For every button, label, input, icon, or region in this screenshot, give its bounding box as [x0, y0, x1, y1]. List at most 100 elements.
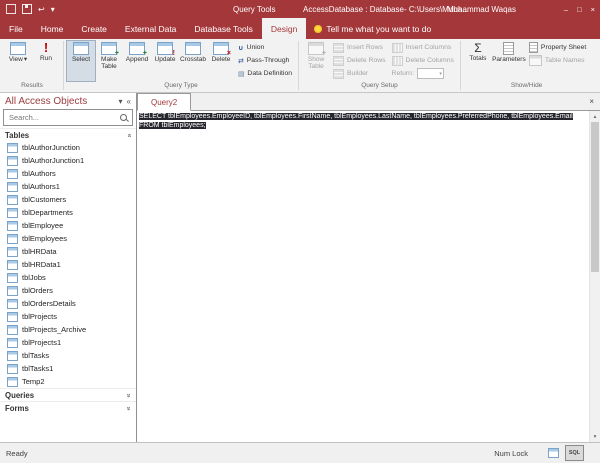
table-icon: [7, 298, 18, 309]
tab-file[interactable]: File: [0, 18, 32, 39]
parameters-button[interactable]: Parameters: [492, 41, 526, 81]
make-table-button[interactable]: Make Table: [95, 41, 123, 81]
tables-header-label: Tables: [5, 131, 30, 140]
view-label: View: [8, 56, 23, 63]
return-combo[interactable]: Return:: [389, 67, 457, 80]
table-list-item[interactable]: tblTasks: [0, 349, 136, 362]
totals-label: Totals: [469, 55, 487, 62]
scrollbar-track[interactable]: [590, 122, 600, 431]
tell-me-box[interactable]: Tell me what you want to do: [306, 18, 439, 39]
table-list-item[interactable]: tblJobs: [0, 271, 136, 284]
tab-external-data[interactable]: External Data: [116, 18, 186, 39]
signed-in-user[interactable]: Muhammad Waqas: [447, 5, 516, 14]
table-list-item[interactable]: tblCustomers: [0, 193, 136, 206]
table-name: tblProjects1: [22, 338, 62, 347]
tab-create[interactable]: Create: [72, 18, 116, 39]
update-button[interactable]: Update: [151, 41, 179, 81]
totals-button[interactable]: Totals: [464, 41, 492, 81]
section-header-forms[interactable]: Forms: [0, 401, 136, 414]
scroll-up-icon[interactable]: [590, 111, 600, 122]
scrollbar-thumb[interactable]: [591, 122, 599, 272]
tab-database-tools[interactable]: Database Tools: [185, 18, 261, 39]
table-icon: [7, 220, 18, 231]
show-table-button[interactable]: Show Table: [302, 41, 330, 81]
tell-me-label: Tell me what you want to do: [326, 23, 432, 34]
close-icon[interactable]: [591, 5, 595, 14]
builder-label: Builder: [347, 70, 369, 77]
save-icon[interactable]: [22, 4, 32, 14]
expand-queries-icon: [126, 394, 133, 398]
lightbulb-icon: [314, 24, 323, 33]
table-name: tblTasks1: [22, 364, 54, 373]
table-icon: [7, 142, 18, 153]
table-list-item[interactable]: tblTasks1: [0, 362, 136, 375]
undo-icon[interactable]: [38, 5, 45, 14]
quick-access-dropdown-icon[interactable]: [51, 5, 55, 14]
sql-text-area[interactable]: SELECT tblEmployees.EmployeeID, tblEmplo…: [137, 111, 589, 442]
close-document-icon[interactable]: [583, 97, 600, 106]
ribbon-tab-bar: File Home Create External Data Database …: [0, 18, 600, 39]
search-input[interactable]: [7, 112, 120, 123]
datasheet-view-button[interactable]: [544, 445, 563, 461]
delete-query-button[interactable]: Delete: [207, 41, 235, 81]
search-icon[interactable]: [120, 114, 127, 121]
crosstab-button[interactable]: Crosstab: [179, 41, 207, 81]
union-button[interactable]: Union: [235, 41, 295, 54]
tab-query2-label: Query2: [151, 97, 178, 107]
run-label: Run: [40, 55, 52, 62]
property-sheet-button[interactable]: Property Sheet: [526, 41, 589, 54]
table-list-item[interactable]: tblProjects1: [0, 336, 136, 349]
builder-button[interactable]: Builder: [330, 67, 389, 80]
tab-design[interactable]: Design: [261, 18, 307, 39]
ribbon-separator: [63, 41, 64, 90]
table-list-item[interactable]: tblAuthors: [0, 167, 136, 180]
status-text: Ready: [6, 448, 28, 458]
table-list-item[interactable]: tblEmployees: [0, 232, 136, 245]
insert-columns-button[interactable]: Insert Columns: [389, 41, 457, 54]
table-list-item[interactable]: tblAuthors1: [0, 180, 136, 193]
table-list-item[interactable]: tblOrders: [0, 284, 136, 297]
section-header-tables[interactable]: Tables: [0, 128, 136, 141]
tab-home[interactable]: Home: [32, 18, 73, 39]
table-list-item[interactable]: Temp2: [0, 375, 136, 388]
sql-view-icon: [569, 450, 580, 456]
vertical-scrollbar[interactable]: [589, 111, 600, 442]
table-list-item[interactable]: tblHRData: [0, 245, 136, 258]
append-button[interactable]: Append: [123, 41, 151, 81]
insert-rows-button[interactable]: Insert Rows: [330, 41, 389, 54]
table-list-item[interactable]: tblProjects_Archive: [0, 323, 136, 336]
sql-view-button[interactable]: [565, 445, 584, 461]
ribbon-separator: [298, 41, 300, 90]
tab-query2[interactable]: Query2: [137, 93, 192, 111]
table-name: tblProjects_Archive: [22, 325, 87, 334]
table-list-item[interactable]: tblDepartments: [0, 206, 136, 219]
make-table-label: Make Table: [101, 56, 117, 70]
table-list-item[interactable]: tblHRData1: [0, 258, 136, 271]
data-definition-button[interactable]: Data Definition: [235, 67, 295, 80]
delete-columns-button[interactable]: Delete Columns: [389, 54, 457, 67]
maximize-icon[interactable]: [577, 5, 582, 14]
section-header-queries[interactable]: Queries: [0, 388, 136, 401]
run-button[interactable]: Run: [32, 41, 60, 81]
pass-through-button[interactable]: Pass-Through: [235, 54, 295, 67]
table-list-item[interactable]: tblEmployee: [0, 219, 136, 232]
table-list-item[interactable]: tblAuthorJunction1: [0, 154, 136, 167]
nav-menu-dropdown-icon[interactable]: [119, 97, 123, 106]
select-query-button[interactable]: Select: [66, 40, 96, 82]
view-button[interactable]: View: [4, 41, 32, 81]
delete-rows-button[interactable]: Delete Rows: [330, 54, 389, 67]
access-window: Query Tools AccessDatabase : Database- C…: [0, 0, 600, 463]
minimize-icon[interactable]: [564, 5, 568, 14]
table-names-button[interactable]: Table Names: [526, 54, 589, 67]
delete-columns-label: Delete Columns: [405, 57, 454, 64]
navigation-pane-title[interactable]: All Access Objects: [5, 96, 115, 107]
make-table-icon: [101, 42, 119, 57]
return-dropdown[interactable]: [416, 68, 444, 79]
table-list-item[interactable]: tblOrdersDetails: [0, 297, 136, 310]
table-list-item[interactable]: tblAuthorJunction: [0, 141, 136, 154]
scroll-down-icon[interactable]: [590, 431, 600, 442]
window-controls: [564, 5, 595, 14]
shutter-bar-icon[interactable]: [127, 97, 131, 106]
table-list-item[interactable]: tblProjects: [0, 310, 136, 323]
table-icon: [7, 155, 18, 166]
